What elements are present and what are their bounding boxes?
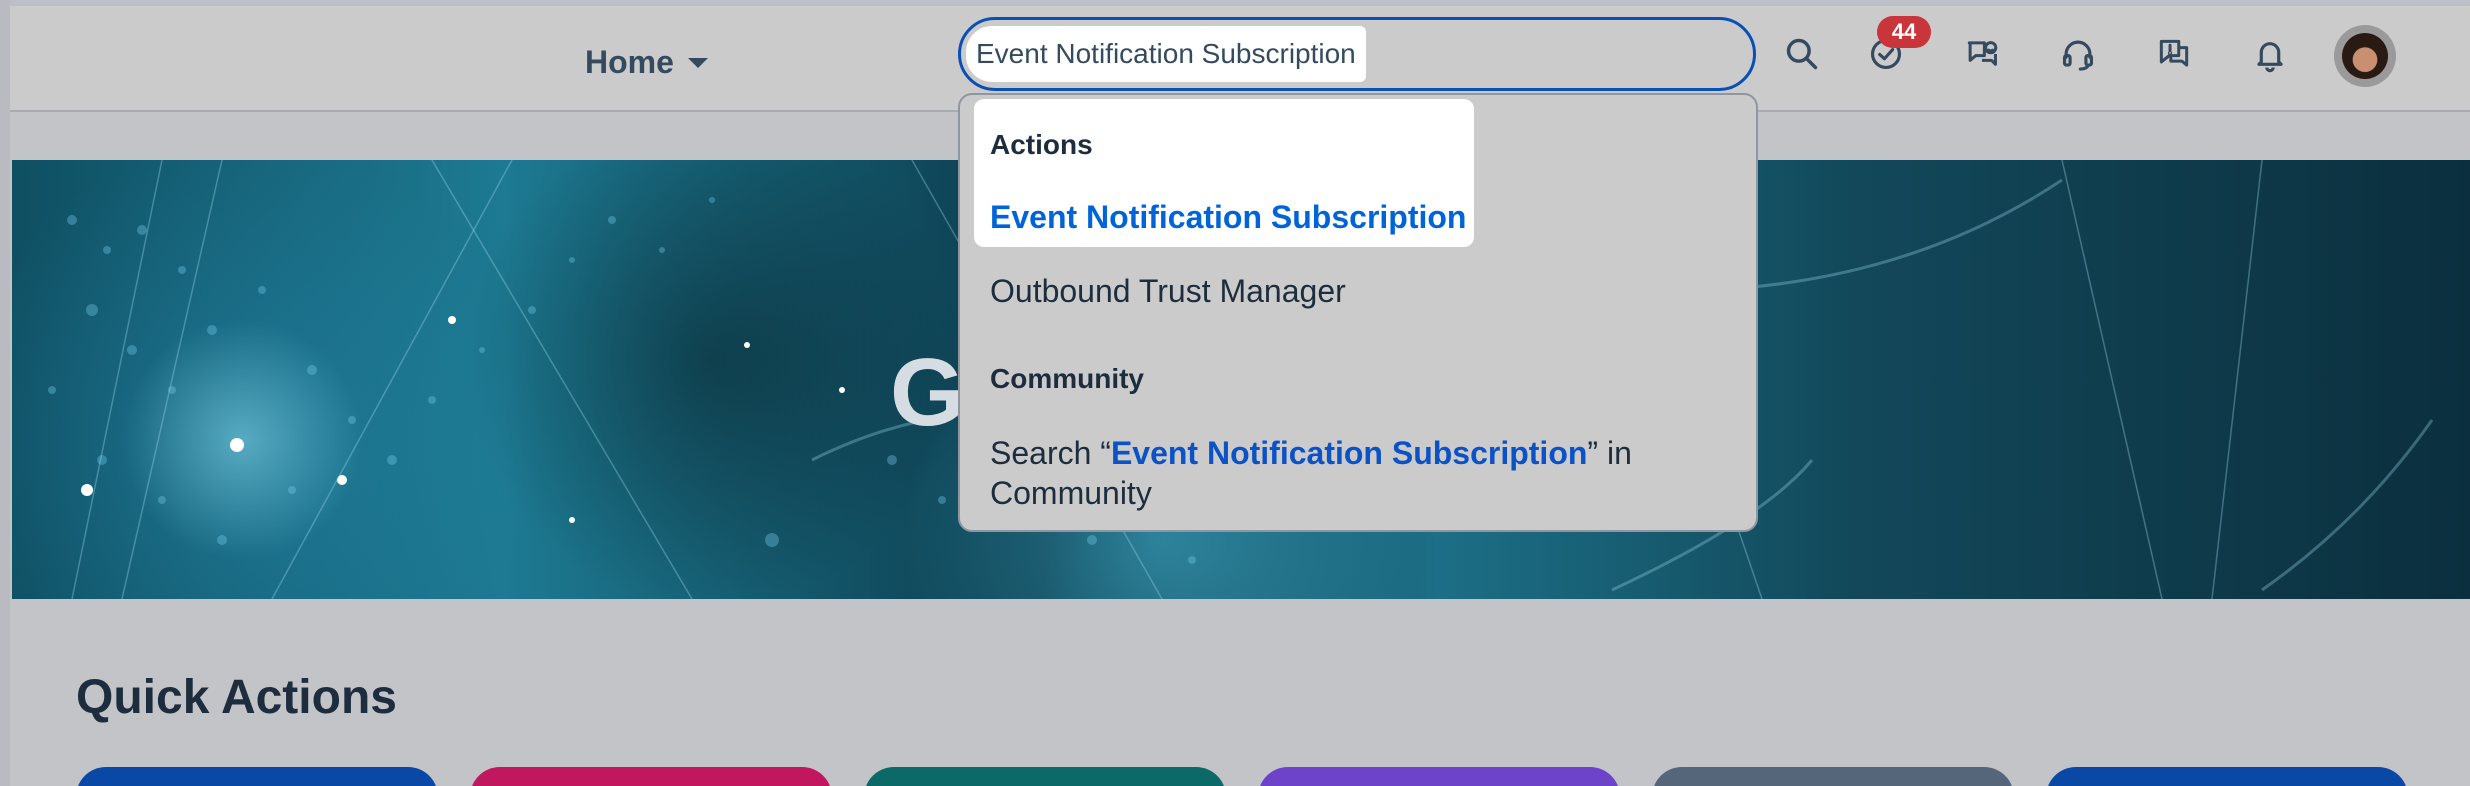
community-search-term: Event Notification Subscription (1110, 435, 1588, 471)
support-button[interactable] (2046, 22, 2110, 86)
quick-action-tile[interactable] (1652, 767, 2014, 786)
quick-actions-title: Quick Actions (76, 671, 397, 724)
notifications-button[interactable] (2238, 22, 2302, 86)
community-search-prefix: Search “ (990, 435, 1111, 471)
suggestion-group-community: Community (990, 363, 1144, 394)
avatar-photo (2342, 33, 2388, 79)
search-input-value[interactable]: Event Notification Subscription (966, 26, 1366, 82)
home-menu-button[interactable]: Home (585, 36, 708, 88)
quick-action-tile[interactable] (864, 767, 1226, 786)
support-headset-icon (2062, 40, 2094, 71)
hero-title: G (890, 339, 965, 446)
tasks-count-badge: 44 (1877, 16, 1931, 48)
feedback-icon (2159, 39, 2189, 67)
feedback-button[interactable] (2142, 22, 2206, 86)
chat-assistant-icon (1967, 41, 1998, 66)
window-frame-left (0, 0, 10, 786)
user-avatar[interactable] (2334, 25, 2396, 87)
quick-action-tile[interactable] (2046, 767, 2408, 786)
search-suggestions-popover: Actions Event Notification Subscription … (958, 93, 1758, 532)
home-menu-label: Home (585, 43, 674, 80)
quick-action-tile[interactable] (76, 767, 438, 786)
quick-action-tile[interactable] (1258, 767, 1620, 786)
search-input[interactable]: Event Notification Subscription (958, 17, 1756, 91)
suggestion-item-outbound-trust-manager[interactable]: Outbound Trust Manager (990, 273, 1346, 310)
suggestion-group-actions: Actions (990, 129, 1093, 160)
suggestion-item-search-community[interactable]: Search “Event Notification Subscription”… (990, 433, 1670, 513)
search-icon (1786, 38, 1818, 70)
bell-icon (2257, 42, 2283, 73)
suggestion-item-event-notification-subscription[interactable]: Event Notification Subscription (990, 199, 1466, 236)
assistant-button[interactable] (1950, 22, 2014, 86)
quick-action-tile[interactable] (470, 767, 832, 786)
search-button[interactable] (1770, 22, 1834, 86)
caret-down-icon (687, 58, 708, 68)
